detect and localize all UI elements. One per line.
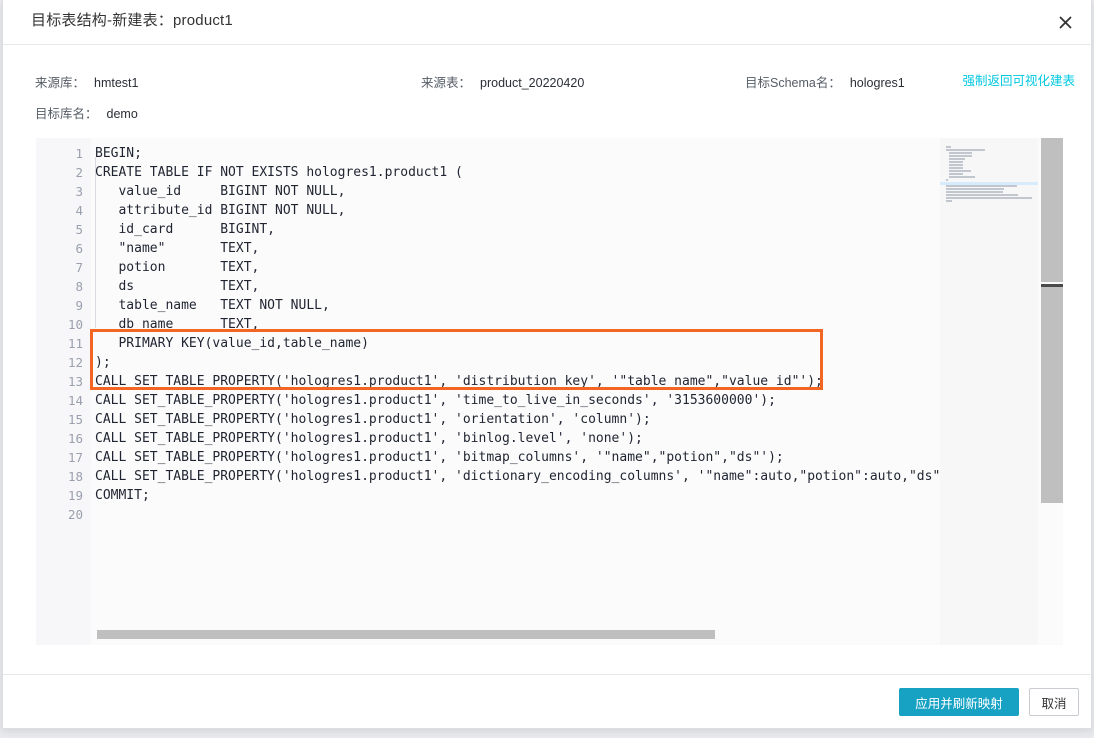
line-number: 11 xyxy=(67,336,83,351)
minimap-line xyxy=(946,200,952,202)
minimap-line xyxy=(946,185,1018,187)
editor-line-number-gutter: 1 2 3 4 5 6 7 8 9 10 11 12 13 14 15 16 17 18 19 20 xyxy=(36,138,91,645)
code-line: CALL SET_TABLE_PROPERTY('hologres1.produ… xyxy=(95,431,643,446)
code-line: id_card BIGINT, xyxy=(95,222,276,237)
line-number: 6 xyxy=(75,241,83,256)
meta-info-panel: 来源库： hmtest1 目标库名： demo 来源表： product_202204… xyxy=(3,45,1091,138)
line-number: 1 xyxy=(75,146,83,161)
line-number: 2 xyxy=(75,165,83,180)
horizontal-scrollbar-thumb[interactable] xyxy=(97,630,715,639)
editor-vertical-scrollbar[interactable] xyxy=(1038,138,1063,645)
minimap-line xyxy=(948,152,973,154)
code-line: value_id BIGINT NOT NULL, xyxy=(95,184,346,199)
code-line: CALL SET_TABLE_PROPERTY('hologres1.produ… xyxy=(95,450,784,465)
cancel-button[interactable]: 取消 xyxy=(1029,688,1079,716)
line-number: 12 xyxy=(67,355,83,370)
code-line: db_name TEXT, xyxy=(95,317,260,332)
source-database-field: 来源库： hmtest1 xyxy=(35,72,138,91)
dialog-footer: 应用并刷新映射 取消 xyxy=(3,674,1091,728)
minimap-line xyxy=(946,146,951,148)
minimap-line xyxy=(946,194,1019,196)
dialog-header: 目标表结构-新建表：product1 xyxy=(3,0,1091,45)
force-visual-table-link[interactable]: 强制返回可视化建表 xyxy=(962,70,1075,89)
minimap-line xyxy=(948,158,966,160)
minimap-line xyxy=(948,170,971,172)
minimap-line xyxy=(946,149,985,151)
code-line: attribute_id BIGINT NOT NULL, xyxy=(95,203,346,218)
editor-code-area[interactable]: BEGIN; CREATE TABLE IF NOT EXISTS hologre… xyxy=(91,138,1063,645)
line-number: 14 xyxy=(67,393,83,408)
line-number: 8 xyxy=(75,279,83,294)
target-database-field: 目标库名： demo xyxy=(35,103,138,122)
vertical-scrollbar-thumb-lower[interactable] xyxy=(1041,287,1063,503)
line-number: 15 xyxy=(67,412,83,427)
vertical-scrollbar-thumb-upper[interactable] xyxy=(1041,138,1063,282)
target-table-structure-dialog: 目标表结构-新建表：product1 来源库： hmtest1 目标库名： demo… xyxy=(2,0,1092,729)
target-schema-field: 目标Schema名： hologres1 xyxy=(745,72,905,91)
apply-and-refresh-mapping-button[interactable]: 应用并刷新映射 xyxy=(899,688,1019,716)
code-line: CALL SET_TABLE_PROPERTY('hologres1.produ… xyxy=(95,374,823,389)
dialog-title: 目标表结构-新建表：product1 xyxy=(31,12,233,29)
minimap-line xyxy=(948,164,964,166)
code-line: ); xyxy=(95,355,111,370)
line-number: 4 xyxy=(75,203,83,218)
line-number: 5 xyxy=(75,222,83,237)
code-line: CALL SET_TABLE_PROPERTY('hologres1.produ… xyxy=(95,469,964,484)
source-database-label: 来源库： xyxy=(35,76,86,90)
source-table-label: 来源表： xyxy=(421,76,472,90)
line-number: 3 xyxy=(75,184,83,199)
line-number: 18 xyxy=(67,469,83,484)
code-line: COMMIT; xyxy=(95,488,150,503)
target-database-value: demo xyxy=(106,107,138,121)
line-number: 9 xyxy=(75,298,83,313)
editor-minimap[interactable] xyxy=(940,138,1038,645)
code-line: CALL SET_TABLE_PROPERTY('hologres1.produ… xyxy=(95,412,651,427)
source-database-value: hmtest1 xyxy=(94,76,139,90)
line-number: 10 xyxy=(67,317,83,332)
source-table-field: 来源表： product_20220420 xyxy=(421,72,584,91)
editor-horizontal-scrollbar[interactable] xyxy=(91,630,940,642)
line-number: 19 xyxy=(67,488,83,503)
code-line: CREATE TABLE IF NOT EXISTS hologres1.pro… xyxy=(95,165,463,180)
target-schema-value: hologres1 xyxy=(849,76,905,90)
code-line: BEGIN; xyxy=(95,146,142,161)
minimap-line xyxy=(946,197,1032,199)
code-line: CALL SET_TABLE_PROPERTY('hologres1.produ… xyxy=(95,393,776,408)
target-schema-label: 目标Schema名： xyxy=(745,76,841,90)
code-line: ds TEXT, xyxy=(95,279,260,294)
close-icon[interactable] xyxy=(1049,6,1081,38)
code-line: PRIMARY KEY(value_id,table_name) xyxy=(95,336,369,351)
line-number: 17 xyxy=(67,450,83,465)
minimap-slider[interactable] xyxy=(940,138,1038,645)
minimap-line xyxy=(948,173,964,175)
line-number: 20 xyxy=(67,507,83,522)
source-table-value: product_20220420 xyxy=(480,76,585,90)
code-line: "name" TEXT, xyxy=(95,241,260,256)
line-number: 16 xyxy=(67,431,83,446)
sql-editor[interactable]: 1 2 3 4 5 6 7 8 9 10 11 12 13 14 15 16 17 18 19 20 BEGIN; CR… xyxy=(36,138,1063,645)
target-database-label: 目标库名： xyxy=(35,107,98,121)
minimap-line xyxy=(948,167,964,169)
line-number: 7 xyxy=(75,260,83,275)
minimap-line xyxy=(946,179,948,181)
minimap-line xyxy=(946,191,1004,193)
code-line: potion TEXT, xyxy=(95,260,260,275)
minimap-line xyxy=(948,161,964,163)
minimap-line xyxy=(946,188,1005,190)
minimap-selection xyxy=(940,182,1038,185)
code-line: table_name TEXT NOT NULL, xyxy=(95,298,330,313)
line-number: 13 xyxy=(67,374,83,389)
minimap-line xyxy=(948,176,975,178)
minimap-line xyxy=(948,155,973,157)
